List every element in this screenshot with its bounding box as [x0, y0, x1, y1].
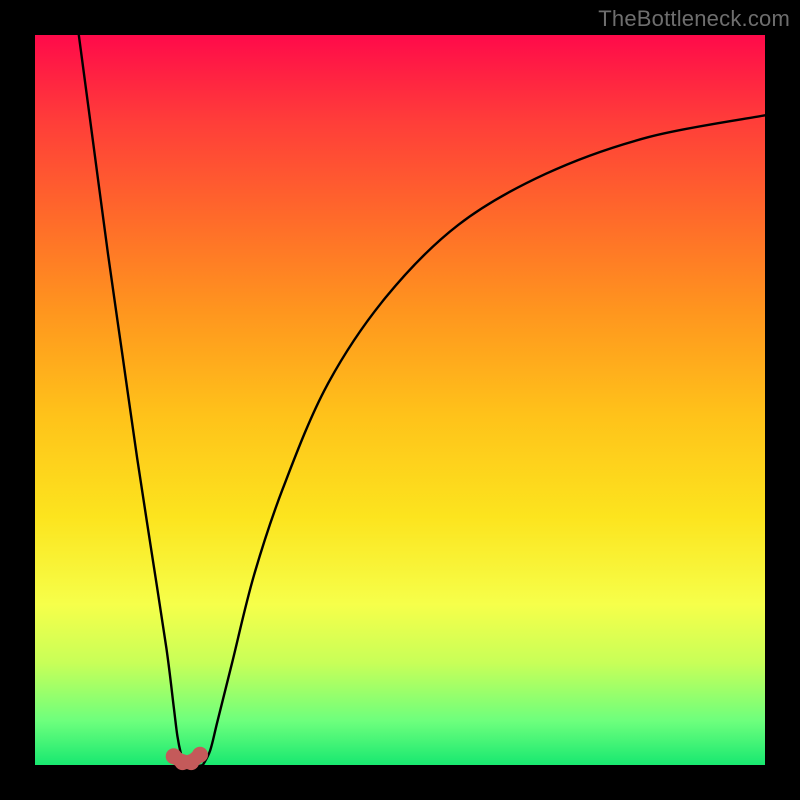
highlight-marker [192, 747, 208, 763]
curve-layer [35, 35, 765, 765]
chart-frame: TheBottleneck.com [0, 0, 800, 800]
series-right-curve [203, 115, 765, 765]
series-left-curve [79, 35, 185, 765]
plot-area [35, 35, 765, 765]
watermark-text: TheBottleneck.com [598, 6, 790, 32]
